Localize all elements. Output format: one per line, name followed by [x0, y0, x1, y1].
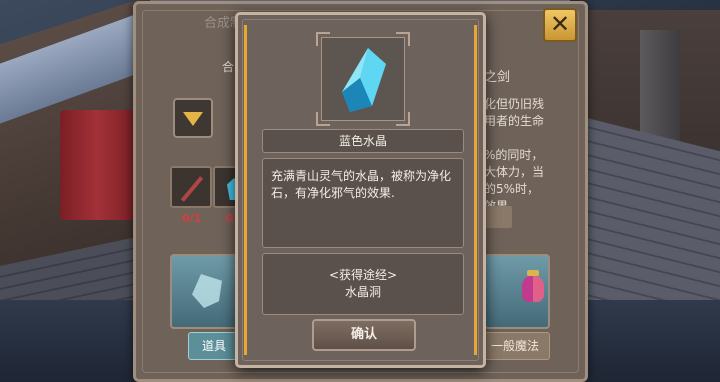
blue-crystal-icon	[342, 48, 386, 112]
recipe-desc-line: 用者的生命	[484, 114, 545, 128]
ornament-corner	[316, 32, 330, 46]
magic-category-card-right[interactable]	[484, 254, 550, 329]
item-name: 蓝色水晶	[262, 129, 464, 153]
background-curtain	[60, 110, 135, 220]
item-detail-modal: 蓝色水晶 充满青山灵气的水晶，被称为净化石，有净化邪气的效果. <获得途经> 水…	[235, 12, 486, 368]
crafting-tab-top-label: 合	[222, 60, 235, 74]
item-category-icon	[192, 274, 222, 308]
recipe-desc-line: 化但仍旧残	[484, 97, 545, 111]
recipe-description: 化但仍旧残 用者的生命 %的同时， 大体力，当 的5%时， 效果.	[484, 96, 546, 215]
confirm-button[interactable]: 确认	[312, 319, 416, 351]
recipe-desc-line: 大体力，当	[484, 165, 545, 179]
triangle-down-icon	[183, 112, 203, 126]
ornament-corner	[396, 32, 410, 46]
item-source-value: 水晶洞	[344, 285, 381, 299]
modal-rail-right	[474, 25, 477, 355]
material-count-crystal: 0	[226, 212, 234, 225]
material-count-sword: 0/1	[182, 212, 202, 225]
recipe-desc-line: %的同时，	[484, 148, 544, 162]
tab-items[interactable]: 道具	[188, 332, 240, 360]
modal-rail-left	[244, 25, 247, 355]
ornament-corner	[396, 112, 410, 126]
tab-general-magic[interactable]: 一般魔法	[480, 332, 550, 360]
recipe-action-button[interactable]	[484, 206, 512, 228]
category-dropdown-button[interactable]	[173, 98, 213, 138]
recipe-title: 之剑	[484, 70, 511, 85]
recipe-desc-line: 的5%时，	[484, 182, 540, 196]
item-source: <获得途经> 水晶洞	[262, 253, 464, 315]
material-slot-sword[interactable]	[170, 166, 212, 208]
sword-icon	[180, 176, 204, 202]
item-description: 充满青山灵气的水晶，被称为净化石，有净化邪气的效果.	[262, 158, 464, 248]
item-category-card-left[interactable]	[170, 254, 240, 329]
item-source-label: <获得途经>	[328, 268, 398, 282]
item-icon-box	[316, 32, 410, 126]
close-button[interactable]: ✕	[543, 8, 577, 42]
ornament-corner	[316, 112, 330, 126]
potion-icon	[522, 270, 544, 302]
